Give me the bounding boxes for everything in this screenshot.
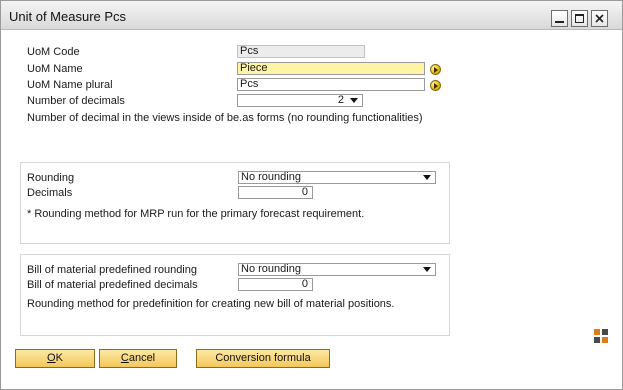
bom-rounding-group: Bill of material predefined rounding No … <box>20 254 450 336</box>
decimals-field[interactable]: 0 <box>238 186 313 199</box>
bom-rounding-select[interactable]: No rounding <box>238 263 436 276</box>
bom-rounding-value: No rounding <box>241 263 301 275</box>
close-icon <box>595 14 604 23</box>
ok-label-rest: K <box>55 352 63 364</box>
minimize-button[interactable] <box>551 10 568 27</box>
number-of-decimals-label: Number of decimals <box>27 95 125 107</box>
rounding-select[interactable]: No rounding <box>238 171 436 184</box>
rounding-note: * Rounding method for MRP run for the pr… <box>27 208 365 220</box>
dialog-content: UoM Code Pcs UoM Name Piece UoM Name plu… <box>1 30 622 389</box>
ok-mnemonic: O <box>47 352 56 364</box>
chevron-down-icon <box>423 175 431 180</box>
ok-button[interactable]: OK <box>15 349 95 368</box>
cancel-mnemonic: C <box>120 352 129 364</box>
cancel-button[interactable]: Cancel <box>99 349 177 368</box>
conversion-formula-button[interactable]: Conversion formula <box>196 349 330 368</box>
rounding-value: No rounding <box>241 171 301 183</box>
bom-rounding-note: Rounding method for predefinition for cr… <box>27 298 395 310</box>
uom-code-label: UoM Code <box>27 46 80 58</box>
number-of-decimals-select[interactable]: 2 <box>237 94 363 107</box>
uom-code-field: Pcs <box>237 45 365 58</box>
chevron-down-icon <box>423 267 431 272</box>
bom-rounding-label: Bill of material predefined rounding <box>27 264 197 276</box>
close-button[interactable] <box>591 10 608 27</box>
uom-name-plural-label: UoM Name plural <box>27 79 113 91</box>
bom-decimals-label: Bill of material predefined decimals <box>27 279 198 291</box>
maximize-button[interactable] <box>571 10 588 27</box>
decimals-label: Decimals <box>27 187 73 199</box>
minimize-icon <box>555 21 564 23</box>
number-of-decimals-value: 2 <box>337 94 344 106</box>
translation-link-icon[interactable] <box>430 80 441 91</box>
maximize-icon <box>575 14 584 23</box>
resize-grip-icon[interactable] <box>593 328 609 344</box>
uom-name-plural-field[interactable]: Pcs <box>237 78 425 91</box>
rounding-label: Rounding <box>27 172 75 184</box>
window-title: Unit of Measure Pcs <box>9 9 127 24</box>
title-bar[interactable]: Unit of Measure Pcs <box>1 1 622 30</box>
decimals-note: Number of decimal in the views inside of… <box>27 112 423 124</box>
translation-link-icon[interactable] <box>430 64 441 75</box>
cancel-label-rest: ancel <box>128 352 156 364</box>
rounding-group: Rounding No rounding Decimals 0 * Roundi… <box>20 162 450 244</box>
bom-decimals-field[interactable]: 0 <box>238 278 313 291</box>
uom-name-label: UoM Name <box>27 63 83 75</box>
uom-dialog-window: Unit of Measure Pcs UoM Code Pcs UoM Nam… <box>0 0 623 390</box>
uom-name-field[interactable]: Piece <box>237 62 425 75</box>
chevron-down-icon <box>350 98 358 103</box>
